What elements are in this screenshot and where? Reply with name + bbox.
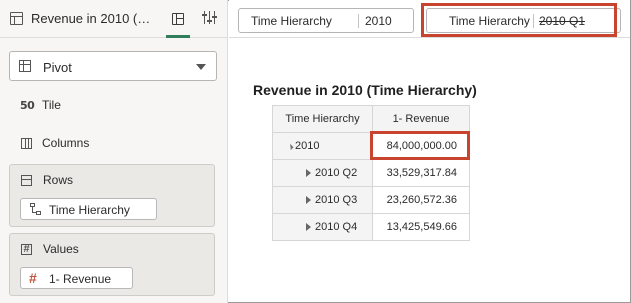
columns-icon <box>21 138 32 149</box>
column-header[interactable]: Time Hierarchy <box>272 105 373 133</box>
row-label: 2010 Q2 <box>315 167 358 179</box>
expand-icon[interactable] <box>306 196 311 205</box>
tile-label: Tile <box>42 98 61 112</box>
active-tab-indicator <box>166 35 190 38</box>
collapse-icon[interactable] <box>284 140 294 150</box>
value-cell: 33,529,317.84 <box>372 159 470 187</box>
tab-properties[interactable] <box>199 8 221 30</box>
row-header-2010[interactable]: 2010 <box>272 132 373 160</box>
hierarchy-icon <box>30 203 42 216</box>
panel-header: Revenue in 2010 (Time Hierarchy) <box>0 0 227 38</box>
values-icon: # <box>21 244 32 255</box>
row-header-q3[interactable]: 2010 Q3 <box>272 186 373 214</box>
rows-drop-zone[interactable]: Rows Time Hierarchy <box>9 164 215 227</box>
expand-icon[interactable] <box>306 169 311 178</box>
pivot-icon <box>19 60 31 72</box>
column-header[interactable]: 1- Revenue <box>372 105 470 133</box>
columns-label: Columns <box>42 136 90 150</box>
values-item-revenue[interactable]: # 1- Revenue <box>20 267 133 289</box>
rows-icon <box>21 175 32 186</box>
value-cell: 13,425,549.66 <box>372 213 470 241</box>
value-highlight-box <box>370 131 470 160</box>
tab-grammar[interactable] <box>165 8 191 38</box>
row-label: 2010 <box>295 140 320 152</box>
chevron-down-icon <box>196 64 206 70</box>
filter-separator <box>358 14 359 28</box>
filter-name: Time Hierarchy <box>251 14 332 28</box>
value-cell: 23,260,572.36 <box>372 186 470 214</box>
filter-highlight-box <box>421 3 617 37</box>
row-header-q4[interactable]: 2010 Q4 <box>272 213 373 241</box>
grammar-icon <box>172 13 184 25</box>
measure-icon: # <box>29 270 37 286</box>
view-title[interactable]: Revenue in 2010 (Time Hierarchy) <box>31 11 157 26</box>
values-item-label: 1- Revenue <box>49 272 112 286</box>
filter-value: 2010 <box>365 14 392 28</box>
expand-icon[interactable] <box>306 223 311 232</box>
rows-item-time-hierarchy[interactable]: Time Hierarchy <box>20 198 157 220</box>
filter-pill-year[interactable]: Time Hierarchy 2010 <box>238 8 414 33</box>
data-panel: Revenue in 2010 (Time Hierarchy) Pivot 5… <box>0 0 228 303</box>
values-drop-zone[interactable]: # Values # 1- Revenue <box>9 233 215 296</box>
canvas-title: Revenue in 2010 (Time Hierarchy) <box>253 82 477 98</box>
tile-icon: 50 <box>20 99 35 112</box>
row-header-q2[interactable]: 2010 Q2 <box>272 159 373 187</box>
row-label: 2010 Q3 <box>315 194 358 206</box>
rows-label: Rows <box>43 173 74 187</box>
visualization-type-label: Pivot <box>43 60 72 75</box>
rows-item-label: Time Hierarchy <box>49 203 130 217</box>
visualization-type-select[interactable]: Pivot <box>9 51 217 81</box>
visualization-icon <box>10 12 23 25</box>
values-label: Values <box>43 242 79 256</box>
row-label: 2010 Q4 <box>315 221 358 233</box>
